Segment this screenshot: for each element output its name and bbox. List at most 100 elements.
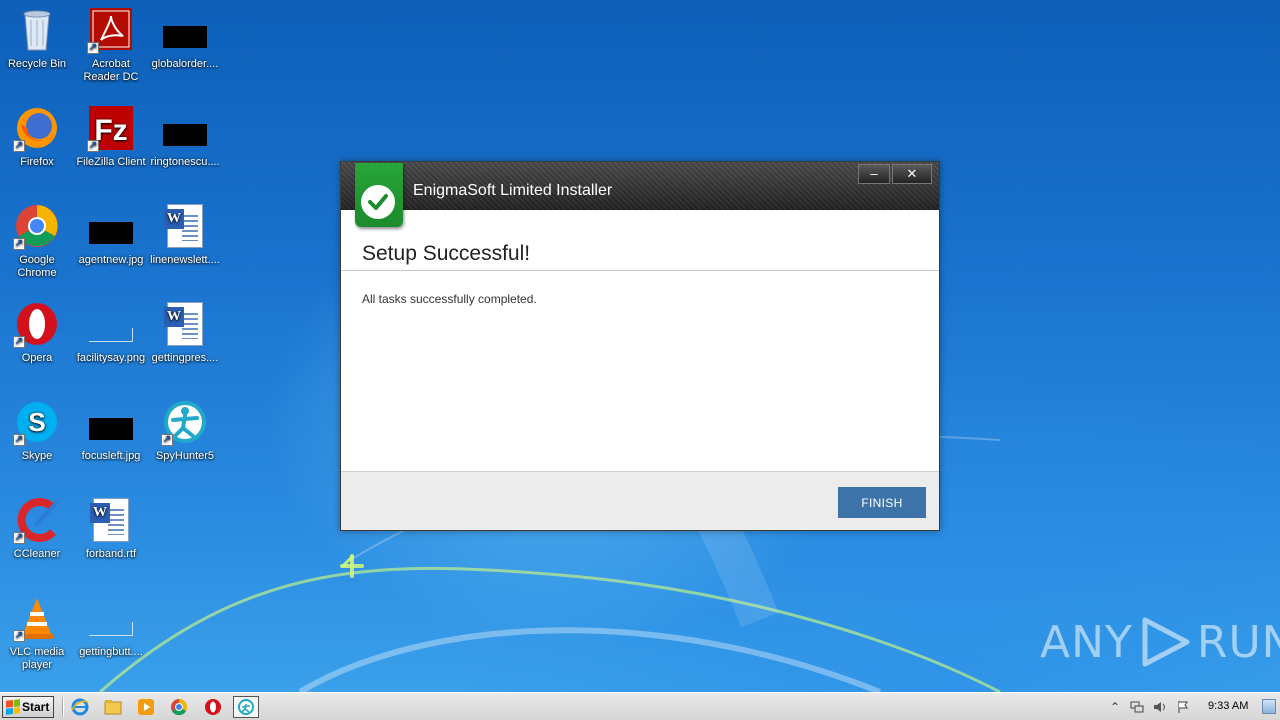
ccleaner-icon: ↗: [13, 496, 61, 544]
image-file-icon: [161, 104, 209, 152]
chrome-icon: ↗: [13, 202, 61, 250]
clock[interactable]: 9:33 AM: [1208, 700, 1248, 712]
desktop-icon-label: CCleaner: [13, 548, 61, 560]
desktop-icon-ccleaner[interactable]: ↗ CCleaner: [0, 496, 74, 588]
desktop-icon-globalorder[interactable]: globalorder....: [148, 6, 222, 98]
desktop-icon-recycle-bin[interactable]: Recycle Bin: [0, 6, 74, 98]
show-desktop-button[interactable]: [1262, 699, 1276, 714]
desktop-icon-label: gettingbutt....: [79, 646, 143, 658]
word-document-icon: W: [161, 202, 209, 250]
desktop-icon-label: VLC media player: [9, 646, 65, 671]
desktop-icon-label: facilitysay.png: [76, 352, 146, 364]
desktop-icon-label: globalorder....: [151, 58, 219, 70]
anyrun-watermark: ANY RUN: [1040, 612, 1280, 672]
file-explorer-icon[interactable]: [100, 696, 126, 718]
shortcut-arrow-icon: ↗: [161, 434, 173, 446]
filezilla-icon: Fz ↗: [87, 104, 135, 152]
chrome-taskbar-icon[interactable]: [166, 696, 192, 718]
image-file-icon: [161, 6, 209, 54]
close-button[interactable]: ✕: [892, 164, 932, 184]
shortcut-arrow-icon: ↗: [13, 630, 25, 642]
image-file-icon: [87, 594, 135, 642]
desktop-icon-label: gettingpres....: [151, 352, 219, 364]
desktop-icon-label: FileZilla Client: [76, 156, 146, 168]
opera-icon: ↗: [13, 300, 61, 348]
desktop-icon-facilitysay[interactable]: facilitysay.png: [74, 300, 148, 392]
desktop-icon-label: linenewslett....: [150, 254, 220, 266]
shortcut-arrow-icon: ↗: [13, 434, 25, 446]
skype-icon: S ↗: [13, 398, 61, 446]
desktop-icon-acrobat-reader[interactable]: ↗ Acrobat Reader DC: [74, 6, 148, 98]
internet-explorer-icon[interactable]: [67, 696, 93, 718]
divider: [341, 270, 939, 271]
desktop-icon-vlc[interactable]: ↗ VLC media player: [0, 594, 74, 686]
desktop-icon-label: ringtonescu....: [150, 156, 220, 168]
spyhunter-icon: ↗: [161, 398, 209, 446]
desktop-icon-gettingpres[interactable]: W gettingpres....: [148, 300, 222, 392]
desktop-icon-label: SpyHunter5: [155, 450, 215, 462]
desktop-icon-forband[interactable]: W forband.rtf: [74, 496, 148, 588]
spyhunter-taskbar-icon[interactable]: [233, 696, 259, 718]
desktop-icon-firefox[interactable]: ↗ Firefox: [0, 104, 74, 196]
desktop-icon-google-chrome[interactable]: ↗ Google Chrome: [0, 202, 74, 294]
desktop-icon-label: Skype: [21, 450, 53, 462]
image-file-icon: [87, 300, 135, 348]
desktop-icon-label: Opera: [21, 352, 53, 364]
start-button[interactable]: Start: [2, 696, 54, 718]
system-tray: ⌃: [1100, 693, 1280, 720]
desktop-icon-focusleft[interactable]: focusleft.jpg: [74, 398, 148, 490]
vlc-icon: ↗: [13, 594, 61, 642]
desktop-icon-ringtonescu[interactable]: ringtonescu....: [148, 104, 222, 196]
window-title: EnigmaSoft Limited Installer: [413, 182, 613, 199]
status-message: All tasks successfully completed.: [362, 292, 537, 306]
desktop-icon-linenewslett[interactable]: W linenewslett....: [148, 202, 222, 294]
dialog-footer: FINISH: [341, 471, 939, 530]
image-file-icon: [87, 398, 135, 446]
desktop-icon-gettingbutt[interactable]: gettingbutt....: [74, 594, 148, 686]
shortcut-arrow-icon: ↗: [13, 140, 25, 152]
finish-button[interactable]: FINISH: [838, 487, 926, 518]
desktop-icon-opera[interactable]: ↗ Opera: [0, 300, 74, 392]
desktop-icon-skype[interactable]: S ↗ Skype: [0, 398, 74, 490]
desktop-icon-label: focusleft.jpg: [81, 450, 141, 462]
shortcut-arrow-icon: ↗: [87, 42, 99, 54]
taskbar: Start ⌃ 9:33 AM: [0, 692, 1280, 720]
desktop-icon-label: Recycle Bin: [7, 58, 67, 70]
show-hidden-icons-icon[interactable]: ⌃: [1108, 700, 1122, 714]
play-icon: [1142, 617, 1190, 667]
svg-text:Fz: Fz: [94, 114, 127, 147]
shortcut-arrow-icon: ↗: [13, 238, 25, 250]
shortcut-arrow-icon: ↗: [87, 140, 99, 152]
watermark-text-left: ANY: [1040, 616, 1133, 668]
media-player-icon[interactable]: [133, 696, 159, 718]
shortcut-arrow-icon: ↗: [13, 336, 25, 348]
desktop-icon-label: forband.rtf: [85, 548, 137, 560]
network-icon[interactable]: [1130, 700, 1144, 714]
recycle-bin-icon: [13, 6, 61, 54]
desktop-icon-label: Firefox: [20, 156, 54, 168]
word-document-icon: W: [87, 496, 135, 544]
action-center-flag-icon[interactable]: [1176, 700, 1190, 714]
volume-icon[interactable]: [1152, 700, 1166, 714]
desktop-icon-spyhunter5[interactable]: ↗ SpyHunter5: [148, 398, 222, 490]
page-title: Setup Successful!: [362, 242, 531, 265]
desktop-icon-label: Acrobat Reader DC: [83, 58, 139, 83]
acrobat-reader-icon: ↗: [87, 6, 135, 54]
desktop-icon-label: Google Chrome: [17, 254, 57, 279]
desktop-icon-filezilla[interactable]: Fz ↗ FileZilla Client: [74, 104, 148, 196]
desktop-icon-label: agentnew.jpg: [78, 254, 144, 266]
word-document-icon: W: [161, 300, 209, 348]
enigmasoft-logo: [355, 163, 403, 227]
installer-window: EnigmaSoft Limited Installer – ✕ Setup S…: [340, 161, 940, 531]
firefox-icon: ↗: [13, 104, 61, 152]
desktop-icon-agentnew[interactable]: agentnew.jpg: [74, 202, 148, 294]
minimize-button[interactable]: –: [858, 164, 890, 184]
start-label: Start: [22, 700, 50, 714]
opera-taskbar-icon[interactable]: [200, 696, 226, 718]
checkmark-icon: [361, 185, 395, 219]
taskbar-separator: [62, 697, 64, 717]
image-file-icon: [87, 202, 135, 250]
desktop: Recycle Bin ↗ Firefox ↗ Google Chrome ↗ …: [0, 0, 1280, 692]
windows-logo-icon: [6, 699, 20, 715]
svg-text:S: S: [28, 407, 45, 437]
